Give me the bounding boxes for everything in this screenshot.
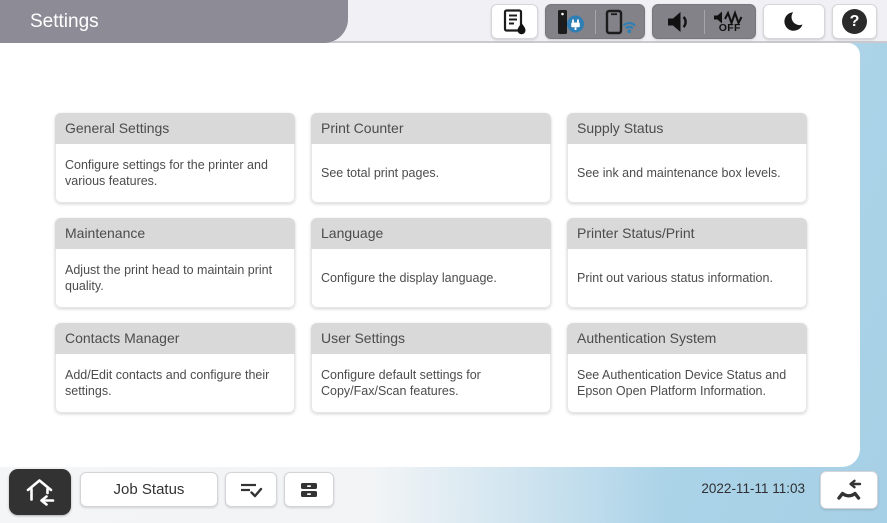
card-title: Maintenance [55,218,295,249]
card-contacts-manager[interactable]: Contacts Manager Add/Edit contacts and c… [55,323,295,413]
card-description: Adjust the print head to maintain print … [55,249,295,308]
card-user-settings[interactable]: User Settings Configure default settings… [311,323,551,413]
help-button[interactable]: ? [832,4,877,39]
card-general-settings[interactable]: General Settings Configure settings for … [55,113,295,203]
card-title: Authentication System [567,323,807,354]
paper-ink-icon [502,8,528,36]
card-title: Contacts Manager [55,323,295,354]
card-title: User Settings [311,323,551,354]
moon-icon [781,9,807,35]
wifi-device-status-icon [596,5,645,38]
card-title: General Settings [55,113,295,144]
paper-tray-icon [299,481,319,499]
speaker-icon [653,5,704,38]
card-print-counter[interactable]: Print Counter See total print pages. [311,113,551,203]
card-description: Configure the display language. [311,249,551,308]
card-supply-status[interactable]: Supply Status See ink and maintenance bo… [567,113,807,203]
card-description: See Authentication Device Status and Eps… [567,354,807,413]
home-icon [22,476,58,508]
card-title: Supply Status [567,113,807,144]
card-description: Print out various status information. [567,249,807,308]
card-authentication-system[interactable]: Authentication System See Authentication… [567,323,807,413]
settings-card-grid: General Settings Configure settings for … [55,113,807,413]
quiet-off-label: OFF [719,23,741,34]
paper-tray-button[interactable] [284,472,334,507]
card-title: Printer Status/Print [567,218,807,249]
card-maintenance[interactable]: Maintenance Adjust the print head to mai… [55,218,295,308]
card-title: Language [311,218,551,249]
home-button[interactable] [9,469,71,515]
usb-device-status-icon [546,5,595,38]
job-log-icon [239,480,263,500]
paper-setting-button[interactable] [491,4,538,39]
sleep-button[interactable] [763,4,825,39]
job-status-label: Job Status [114,481,185,498]
card-description: See ink and maintenance box levels. [567,144,807,203]
network-status-button[interactable] [545,4,645,39]
card-description: Add/Edit contacts and configure their se… [55,354,295,413]
card-title: Print Counter [311,113,551,144]
top-action-buttons: OFF ? [491,4,877,39]
card-description: See total print pages. [311,144,551,203]
help-icon: ? [842,9,867,34]
settings-panel: General Settings Configure settings for … [0,43,860,467]
page-title: Settings [0,0,348,43]
card-description: Configure default settings for Copy/Fax/… [311,354,551,413]
card-printer-status-print[interactable]: Printer Status/Print Print out various s… [567,218,807,308]
quiet-mode-off-icon: OFF [705,5,756,38]
incoming-call-button[interactable] [820,471,878,509]
job-status-button[interactable]: Job Status [80,472,218,507]
card-description: Configure settings for the printer and v… [55,144,295,203]
sound-settings-button[interactable]: OFF [652,4,756,39]
clock: 2022-11-11 11:03 [701,481,805,496]
card-language[interactable]: Language Configure the display language. [311,218,551,308]
phone-incoming-icon [834,477,864,503]
job-log-button[interactable] [225,472,277,507]
